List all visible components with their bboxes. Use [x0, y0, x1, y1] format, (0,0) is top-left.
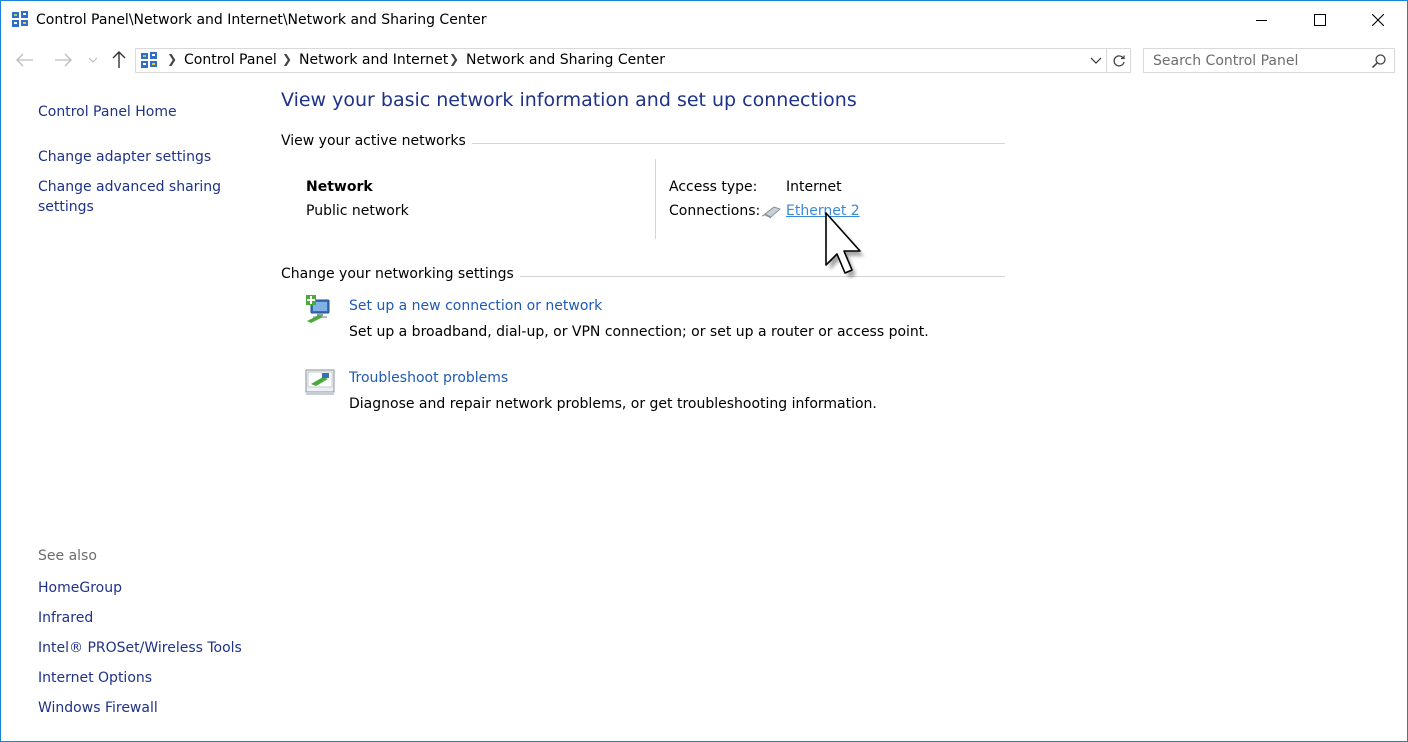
setup-connection-description: Set up a broadband, dial-up, or VPN conn… — [349, 324, 929, 340]
see-also-homegroup-link[interactable]: HomeGroup — [38, 578, 258, 598]
breadcrumb-network-and-sharing-center[interactable]: Network and Sharing Center — [466, 52, 665, 68]
page-title: View your basic network information and … — [281, 89, 857, 111]
network-divider — [655, 159, 656, 239]
title-bar[interactable]: Control Panel\Network and Internet\Netwo… — [1, 1, 1407, 39]
change-advanced-sharing-settings-link[interactable]: Change advanced sharing settings — [38, 177, 228, 217]
setup-connection-link[interactable]: Set up a new connection or network — [349, 298, 602, 314]
arrow-up-icon — [112, 51, 126, 68]
address-bar[interactable]: ❯ Control Panel ❯ Network and Internet ❯… — [135, 48, 1107, 73]
navigation-bar: ❯ Control Panel ❯ Network and Internet ❯… — [1, 39, 1407, 81]
see-also-windows-firewall-link[interactable]: Windows Firewall — [38, 698, 258, 718]
main-content: View your basic network information and … — [281, 81, 1401, 741]
arrow-right-icon — [55, 53, 72, 67]
refresh-icon — [1112, 54, 1125, 67]
breadcrumb-separator[interactable]: ❯ — [167, 52, 177, 66]
window: Control Panel\Network and Internet\Netwo… — [0, 0, 1408, 742]
maximize-button[interactable] — [1291, 1, 1349, 39]
network-type: Public network — [306, 203, 409, 219]
access-type-value: Internet — [786, 179, 842, 195]
chevron-down-icon — [88, 57, 98, 63]
section-divider — [495, 276, 1005, 277]
see-also-heading: See also — [38, 548, 97, 564]
left-pane: Control Panel Home Change adapter settin… — [1, 81, 271, 741]
see-also-internet-options-link[interactable]: Internet Options — [38, 668, 258, 688]
close-button[interactable] — [1349, 1, 1407, 39]
search-input[interactable] — [1144, 49, 1364, 72]
minimize-button[interactable] — [1233, 1, 1291, 39]
up-button[interactable] — [107, 49, 131, 71]
connections-label: Connections: — [669, 203, 761, 219]
networking-settings-heading: Change your networking settings — [281, 266, 520, 282]
chevron-down-icon — [1090, 57, 1102, 64]
close-icon — [1372, 14, 1384, 26]
window-title: Control Panel\Network and Internet\Netwo… — [36, 12, 487, 28]
new-connection-icon — [305, 294, 337, 326]
see-also-infrared-link[interactable]: Infrared — [38, 608, 258, 628]
control-panel-icon — [140, 51, 158, 69]
control-panel-icon — [11, 10, 29, 28]
change-adapter-settings-link[interactable]: Change adapter settings — [38, 147, 258, 167]
breadcrumb-control-panel[interactable]: Control Panel — [184, 52, 277, 68]
troubleshoot-problems-description: Diagnose and repair network problems, or… — [349, 396, 877, 412]
breadcrumb-network-and-internet[interactable]: Network and Internet — [299, 52, 448, 68]
active-networks-heading: View your active networks — [281, 133, 472, 149]
forward-button[interactable] — [51, 49, 75, 71]
back-button[interactable] — [13, 49, 37, 71]
troubleshoot-icon — [305, 367, 337, 399]
recent-locations-button[interactable] — [83, 49, 103, 71]
maximize-icon — [1314, 14, 1326, 26]
minimize-icon — [1256, 20, 1267, 21]
search-icon[interactable] — [1371, 53, 1387, 69]
access-type-label: Access type: — [669, 179, 758, 195]
arrow-left-icon — [16, 53, 33, 67]
network-name: Network — [306, 179, 373, 195]
breadcrumb-separator[interactable]: ❯ — [449, 52, 459, 66]
ethernet-2-link[interactable]: Ethernet 2 — [786, 203, 860, 219]
troubleshoot-problems-link[interactable]: Troubleshoot problems — [349, 370, 508, 386]
refresh-button[interactable] — [1107, 48, 1131, 73]
address-dropdown-button[interactable] — [1088, 52, 1104, 70]
breadcrumb-separator[interactable]: ❯ — [282, 52, 292, 66]
search-box[interactable] — [1143, 48, 1395, 73]
control-panel-home-link[interactable]: Control Panel Home — [38, 102, 258, 122]
ethernet-icon — [761, 205, 782, 219]
see-also-intel-proset-link[interactable]: Intel® PROSet/Wireless Tools — [38, 638, 258, 658]
section-divider — [451, 143, 1005, 144]
